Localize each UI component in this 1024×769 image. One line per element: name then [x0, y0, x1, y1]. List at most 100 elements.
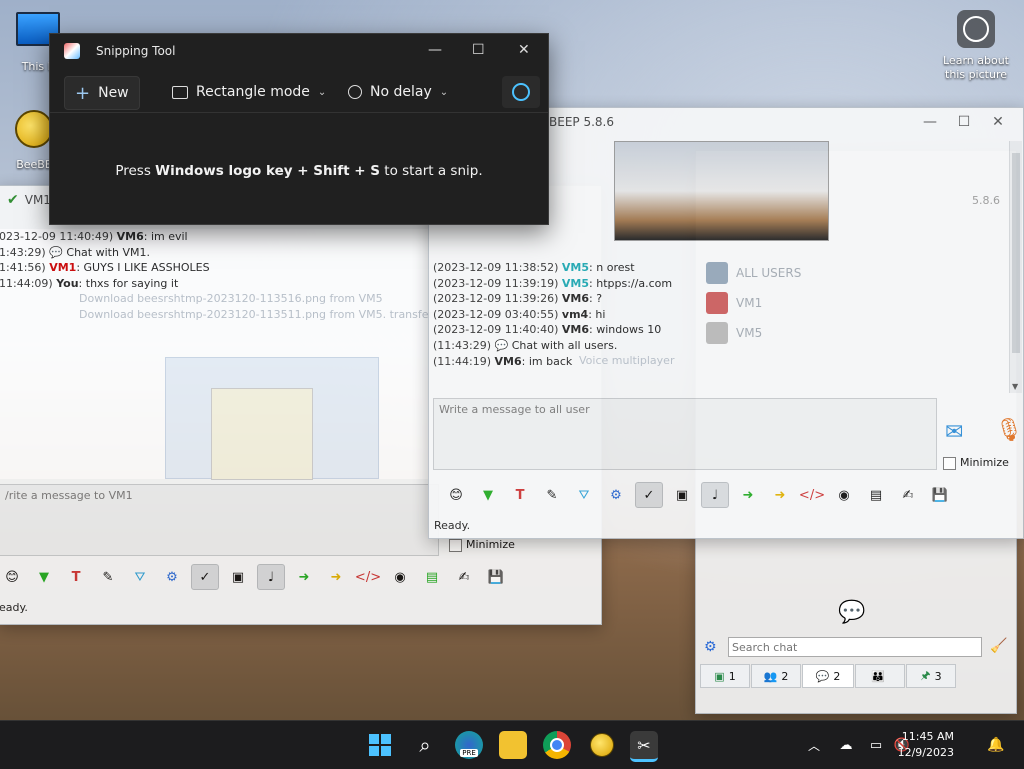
chat-tab[interactable]: 🖈 3 [906, 664, 956, 688]
image-preview[interactable] [165, 357, 379, 480]
ad-icon[interactable]: ▣ [669, 483, 695, 507]
file-explorer-icon[interactable] [499, 731, 527, 759]
main-version: 5.8.6 [972, 194, 1000, 207]
maximize-icon[interactable]: ☐ [472, 42, 485, 58]
microphone-icon[interactable]: 🎙 [995, 418, 1023, 443]
message-sender[interactable]: VM6 [562, 323, 589, 336]
search-icon[interactable]: ⌕ [411, 731, 439, 759]
send-folder-icon[interactable]: ➜ [323, 565, 349, 589]
learn-label-1: Learn about [943, 54, 1009, 67]
user-list-item[interactable]: VM1 [706, 292, 762, 314]
windows-start-icon[interactable] [366, 731, 394, 759]
bee-icon [15, 110, 53, 148]
minimize-icon[interactable]: — [428, 42, 442, 58]
tab-count: 2 [833, 669, 841, 683]
notification-bell-icon[interactable]: 🔔 [982, 731, 1010, 759]
text-format-icon[interactable]: T [507, 483, 533, 507]
chat-tab[interactable]: 💬 2 [802, 664, 854, 688]
network-icon[interactable]: ☁ [832, 731, 860, 759]
filter-icon[interactable]: ⛛ [571, 483, 597, 507]
terminal-icon[interactable]: ▤ [863, 483, 889, 507]
message-sender[interactable]: VM6 [562, 292, 589, 305]
chat-scrollbar[interactable]: ▼ [1009, 141, 1022, 393]
send-folder-icon[interactable]: ➜ [767, 483, 793, 507]
message-sender[interactable]: VM6 [117, 230, 144, 243]
user-list-item[interactable]: ALL USERS [706, 262, 801, 284]
notes-icon[interactable]: ✍ [895, 483, 921, 507]
code-icon[interactable]: </> [799, 483, 825, 507]
terminal-icon[interactable]: ▤ [419, 565, 445, 589]
close-icon[interactable]: ✕ [981, 114, 1015, 130]
gear-icon[interactable]: ⚙ [704, 639, 717, 655]
gear-icon[interactable]: ⚙ [159, 565, 185, 589]
chat-message: 023-12-09 11:40:49) VM6: im evil [0, 229, 429, 245]
chat-tab[interactable]: 👪 [855, 664, 905, 688]
new-snip-button[interactable]: + New [64, 76, 140, 110]
edge-icon[interactable]: PRE [455, 731, 483, 759]
message-text: : GUYS I LIKE ASSHOLES [76, 261, 210, 275]
send-icon[interactable]: ✉ [945, 420, 963, 445]
chat-tab[interactable]: ▣ 1 [700, 664, 750, 688]
send-file-icon[interactable]: ➜ [735, 483, 761, 507]
message-sender[interactable]: vm4 [562, 308, 588, 321]
user-list-item[interactable]: VM5 [706, 322, 762, 344]
delay-dropdown[interactable]: No delay ⌄ [338, 76, 458, 108]
filter-icon[interactable]: ⛛ [127, 565, 153, 589]
minimize-icon[interactable]: — [913, 114, 947, 130]
vm1-chat-log: 023-12-09 11:40:49) VM6: im evil 1:43:29)… [0, 229, 460, 480]
main-message-input[interactable]: Write a message to all user [433, 398, 937, 470]
message-sender[interactable]: VM1 [49, 261, 76, 274]
save-icon[interactable]: 💾 [927, 483, 953, 507]
spellcheck-icon[interactable]: ✓ [635, 482, 663, 508]
code-icon[interactable]: </> [355, 565, 381, 589]
message-text: : hi [588, 307, 606, 321]
rectangle-mode-dropdown[interactable]: Rectangle mode ⌄ [162, 76, 336, 108]
message-sender[interactable]: VM6 [495, 355, 522, 368]
maximize-icon[interactable]: ☐ [947, 114, 981, 130]
beebeep-icon[interactable] [588, 731, 616, 759]
gear-icon[interactable]: ⚙ [603, 483, 629, 507]
notes-icon[interactable]: ✍ [451, 565, 477, 589]
emoji-icon[interactable]: 😊 [443, 483, 469, 507]
emoji-icon[interactable]: 😊 [0, 565, 25, 589]
taskbar-clock[interactable]: 11:45 AM 12/9/2023 [898, 729, 954, 761]
learn-about-picture[interactable]: Learn about this picture [938, 10, 1014, 82]
text-format-icon[interactable]: T [63, 565, 89, 589]
palette-icon[interactable]: ✎ [95, 565, 121, 589]
message-text: : thxs for saying it [78, 276, 179, 290]
edge-badge: PRE [460, 749, 478, 757]
tab-count: 1 [728, 669, 736, 683]
save-icon[interactable]: 💾 [483, 565, 509, 589]
record-button[interactable] [502, 76, 540, 108]
mode-label: Rectangle mode [196, 84, 310, 100]
chat-tab[interactable]: 👥 2 [751, 664, 801, 688]
message-timestamp: (2023-12-09 03:40:55) [433, 307, 559, 321]
vm1-minimize-checkbox[interactable]: Minimize [449, 538, 515, 552]
screenshot-icon[interactable]: ◉ [387, 565, 413, 589]
music-note-icon[interactable]: ♩ [257, 564, 285, 590]
snipping-tool-icon[interactable]: ✂ [630, 731, 658, 762]
display-icon[interactable]: ▭ [862, 731, 890, 759]
arrow-down-icon[interactable]: ▼ [31, 565, 57, 589]
chat-message: 1:43:29) 💬 Chat with VM1. [0, 245, 429, 261]
palette-icon[interactable]: ✎ [539, 483, 565, 507]
vm1-message-input[interactable]: /rite a message to VM1 [0, 484, 439, 556]
message-sender[interactable]: VM5 [562, 261, 589, 274]
ad-icon[interactable]: ▣ [225, 565, 251, 589]
screenshot-thumbnail[interactable] [614, 141, 829, 241]
arrow-down-icon[interactable]: ▼ [475, 483, 501, 507]
screenshot-icon[interactable]: ◉ [831, 483, 857, 507]
message-sender[interactable]: VM5 [562, 277, 589, 290]
music-note-icon[interactable]: ♩ [701, 482, 729, 508]
main-minimize-checkbox[interactable]: Minimize [943, 456, 1009, 470]
send-file-icon[interactable]: ➜ [291, 565, 317, 589]
chrome-icon[interactable] [543, 731, 571, 759]
search-chat-input[interactable] [728, 637, 982, 657]
message-sender[interactable]: You [56, 277, 78, 290]
spellcheck-icon[interactable]: ✓ [191, 564, 219, 590]
broom-icon[interactable]: 🧹 [990, 638, 1007, 654]
clock-time: 11:45 AM [901, 730, 954, 743]
chevron-up-icon[interactable]: ︿ [800, 731, 828, 759]
group-icon: 👪 [871, 669, 885, 683]
close-icon[interactable]: ✕ [518, 42, 530, 58]
